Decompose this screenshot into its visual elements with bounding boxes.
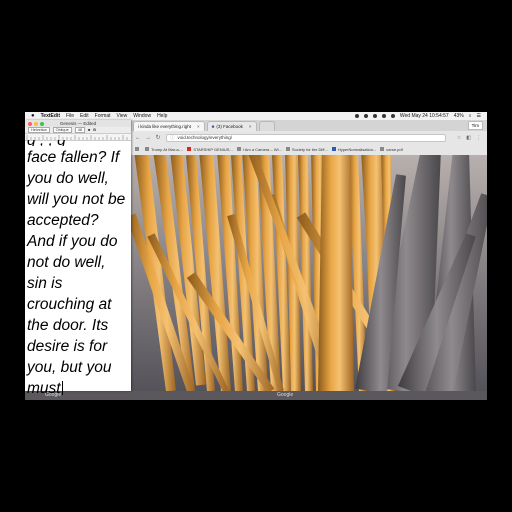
browser-toolbar: ← → ↻ ⓘ void.technology/everything/ ☆ ◧ … — [131, 131, 487, 144]
apps-icon[interactable] — [135, 147, 141, 151]
bookmarks-bar: Trump At Mar-a-... STARSHIP GENIUS... I … — [131, 144, 487, 154]
star-icon[interactable]: ☆ — [457, 135, 461, 141]
3d-scene-canvas[interactable] — [131, 155, 487, 391]
bookmark-label: Trump At Mar-a-... — [151, 146, 184, 152]
extension-icon[interactable]: ◧ — [466, 135, 471, 141]
volume-icon[interactable] — [390, 114, 395, 118]
close-tab-icon[interactable]: × — [197, 124, 200, 129]
bookmark-label: STARSHIP GENIUS... — [193, 146, 233, 152]
search-icon[interactable]: ⌕ — [469, 113, 472, 119]
wifi-icon[interactable] — [381, 114, 386, 118]
text-line: accepted? — [27, 212, 99, 229]
menu-view[interactable]: View — [117, 113, 128, 119]
bookmark-society[interactable]: Society for the Diff... — [285, 146, 328, 152]
status-icon[interactable] — [363, 114, 368, 118]
wikipedia-icon — [236, 147, 241, 151]
wikipedia-icon — [285, 147, 290, 151]
profile-button[interactable]: Tim — [467, 121, 483, 130]
status-icon[interactable] — [354, 114, 359, 118]
apple-icon[interactable]: ● — [31, 113, 35, 119]
tab-label: (3) Facebook — [216, 124, 243, 129]
format-bar: Helvetica Oblique 48 ■ B — [25, 127, 131, 134]
bookmark-icon — [331, 147, 336, 151]
document-title: Genesis — Edited — [59, 121, 97, 126]
font-size-select[interactable]: 48 — [74, 127, 85, 133]
bookmark-label: HyperNormalisation... — [337, 146, 377, 152]
bookmark-label: Society for the Diff... — [291, 146, 328, 152]
footer-link-right[interactable]: Google — [277, 392, 293, 398]
bookmark-trump[interactable]: Trump At Mar-a-... — [145, 147, 183, 152]
new-tab-button[interactable] — [258, 121, 275, 131]
facebook-icon: ■ — [211, 124, 215, 129]
bookmark-label: carse.pdf — [386, 146, 403, 152]
close-tab-icon[interactable]: × — [249, 124, 252, 129]
text-line: sin is — [27, 275, 63, 292]
menu-bar: ● TextEdit File Edit Format View Window … — [25, 112, 487, 120]
bookmark-label: I Am a Camera – Wi... — [242, 146, 282, 152]
text-line: you do well, — [27, 170, 109, 187]
textedit-window: Genesis — Edited Helvetica Oblique 48 ■ … — [25, 120, 131, 397]
address-bar[interactable]: ⓘ void.technology/everything/ — [166, 133, 446, 142]
menu-app-name[interactable]: TextEdit — [41, 113, 60, 119]
tab-strip: i kinda like everything.right × ■ (3) Fa… — [131, 120, 487, 131]
menu-help[interactable]: Help — [157, 113, 167, 119]
text-line: desire is for — [27, 338, 108, 355]
tab-label: i kinda like everything.right — [138, 124, 192, 129]
desktop-screen: ● TextEdit File Edit Format View Window … — [25, 112, 487, 400]
text-line: And if you do — [27, 233, 118, 250]
bookmark-icon — [145, 147, 149, 151]
tab-void-technology[interactable]: i kinda like everything.right × — [133, 121, 205, 131]
font-family-select[interactable]: Helvetica — [28, 127, 50, 133]
text-line: you, but you — [27, 359, 112, 376]
menu-list-icon[interactable]: ☰ — [477, 113, 481, 119]
menu-file[interactable]: File — [66, 113, 74, 119]
bookmark-carse[interactable]: carse.pdf — [380, 146, 403, 152]
bookmark-starship[interactable]: STARSHIP GENIUS... — [187, 146, 233, 152]
text-color-icon[interactable]: ■ — [88, 128, 90, 132]
menu-window[interactable]: Window — [133, 113, 151, 119]
info-icon[interactable]: ⓘ — [170, 135, 175, 141]
bold-icon[interactable]: B — [93, 128, 96, 132]
menu-format[interactable]: Format — [95, 113, 111, 119]
text-line: not do well, — [27, 254, 106, 271]
text-line-content: must — [27, 380, 61, 397]
text-caret — [61, 381, 63, 395]
text-line-clipped: g , , g — [27, 140, 66, 146]
bookmark-hypernormalisation[interactable]: HyperNormalisation... — [331, 146, 377, 152]
text-line: crouching at — [27, 296, 112, 313]
url-text: void.technology/everything/ — [177, 135, 233, 140]
clock[interactable]: Wed May 24 10:54:57 — [400, 113, 449, 119]
menu-edit[interactable]: Edit — [80, 113, 89, 119]
document-body[interactable]: face fallen? If you do well, will you no… — [27, 147, 131, 399]
forward-icon[interactable]: → — [145, 135, 151, 141]
menu-icon[interactable]: ⋮ — [476, 135, 481, 141]
text-line: face fallen? If — [27, 149, 120, 166]
bookmark-camera[interactable]: I Am a Camera – Wi... — [236, 146, 282, 152]
battery-percent[interactable]: 43% — [454, 113, 464, 119]
pillar-shape — [318, 155, 354, 391]
back-icon[interactable]: ← — [135, 135, 141, 141]
text-line-last: must — [27, 378, 131, 399]
pdf-icon — [380, 147, 385, 151]
text-line: will you not be — [27, 191, 126, 208]
pillars-render — [131, 155, 487, 391]
textedit-titlebar: Genesis — Edited — [25, 120, 131, 127]
youtube-icon — [187, 147, 192, 151]
text-line: the door. Its — [27, 317, 109, 334]
status-icon[interactable] — [372, 114, 377, 118]
font-style-select[interactable]: Oblique — [52, 127, 72, 133]
reload-icon[interactable]: ↻ — [155, 134, 161, 141]
tab-facebook[interactable]: ■ (3) Facebook × — [206, 121, 257, 131]
status-area: Wed May 24 10:54:57 43% ⌕ ☰ — [354, 113, 481, 119]
